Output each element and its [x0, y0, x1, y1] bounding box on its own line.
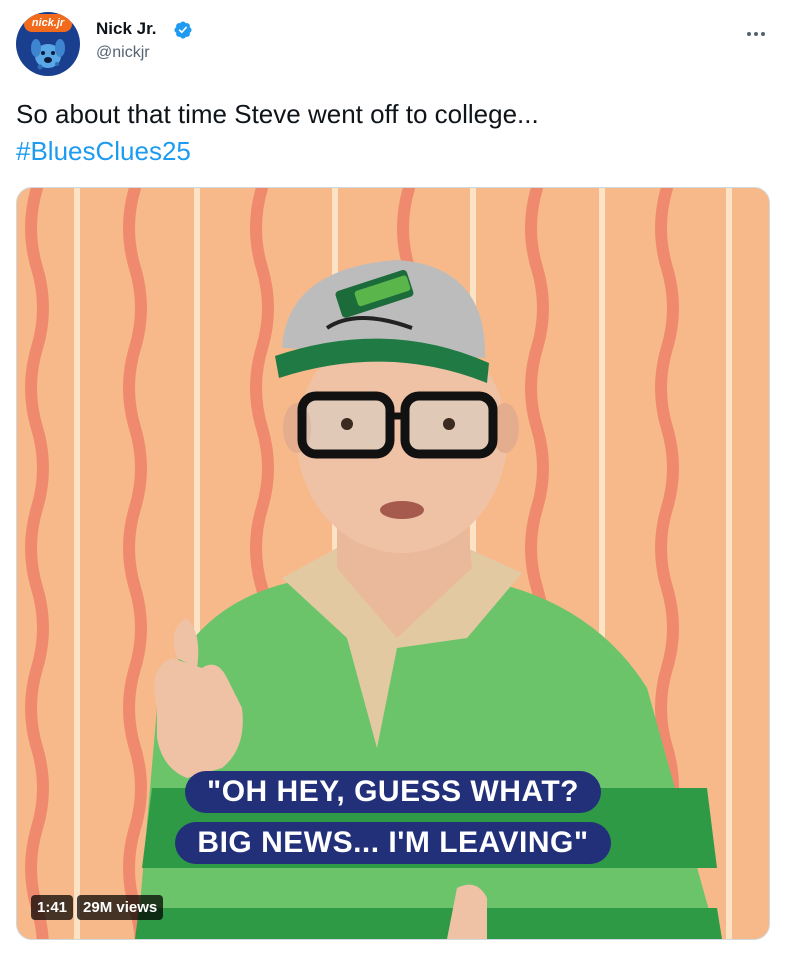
hashtag-link[interactable]: #BluesClues25: [16, 133, 766, 170]
video-views-badge: 29M views: [77, 895, 164, 920]
avatar[interactable]: nick.jr: [16, 12, 80, 76]
avatar-logo: nick.jr: [24, 14, 72, 32]
video-player[interactable]: "OH HEY, GUESS WHAT? BIG NEWS... I'M LEA…: [16, 187, 770, 940]
tweet-text: So about that time Steve went off to col…: [16, 96, 766, 170]
video-duration-badge: 1:41: [31, 895, 74, 920]
video-caption-line-2: BIG NEWS... I'M LEAVING": [17, 822, 769, 864]
tweet-body: So about that time Steve went off to col…: [16, 99, 539, 129]
user-handle[interactable]: @nickjr: [96, 44, 150, 62]
more-options-icon[interactable]: [742, 20, 770, 48]
verified-badge-icon: [174, 21, 192, 39]
video-caption-line-1: "OH HEY, GUESS WHAT?: [17, 771, 769, 813]
video-badges: 1:41 29M views: [31, 895, 164, 920]
display-name[interactable]: Nick Jr.: [96, 19, 157, 39]
blue-dog-icon: [31, 39, 65, 70]
